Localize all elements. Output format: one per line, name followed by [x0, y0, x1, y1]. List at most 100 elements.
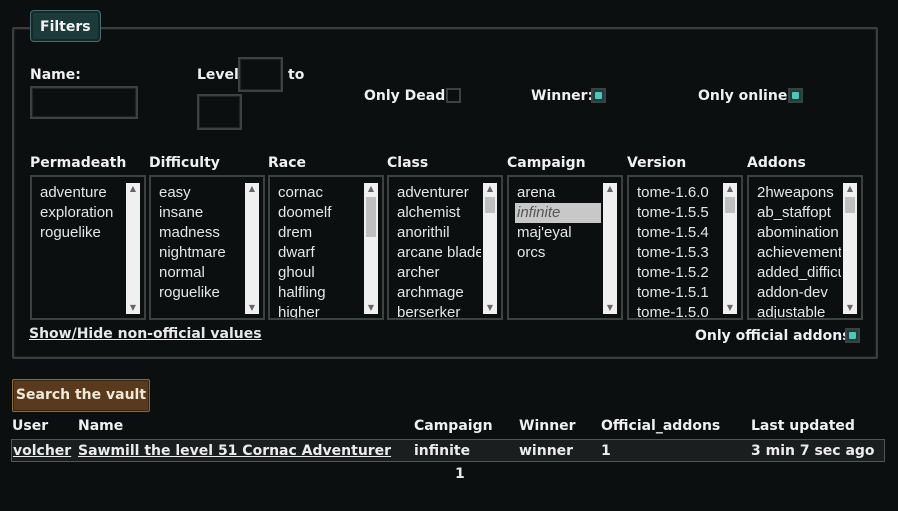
list-option[interactable]: tome-1.5.0 — [635, 303, 721, 318]
pager-current-page[interactable]: 1 — [455, 466, 465, 482]
scroll-up-icon[interactable]: ▲ — [603, 183, 617, 195]
winner-checkbox[interactable] — [591, 88, 606, 103]
scroll-thumb[interactable] — [845, 197, 855, 213]
name-input[interactable] — [30, 86, 138, 119]
scroll-up-icon[interactable]: ▲ — [245, 183, 259, 195]
scrollbar[interactable]: ▲ ▼ — [483, 183, 497, 314]
level-to-label: to — [288, 67, 305, 83]
list-option[interactable]: addon-dev — [755, 283, 841, 303]
row-last-updated: 3 min 7 sec ago — [751, 443, 875, 459]
list-option[interactable]: roguelike — [38, 223, 124, 243]
scroll-up-icon[interactable]: ▲ — [126, 183, 140, 195]
row-winner: winner — [519, 443, 574, 459]
list-option[interactable]: drem — [276, 223, 362, 243]
only-online-label: Only online: — [698, 88, 793, 104]
scroll-down-icon[interactable]: ▼ — [603, 302, 617, 314]
list-option[interactable]: roguelike — [157, 283, 243, 303]
list-option[interactable]: ghoul — [276, 263, 362, 283]
row-official-addons: 1 — [601, 443, 611, 459]
column-header-winner: Winner — [519, 418, 576, 434]
list-option[interactable]: tome-1.6.0 — [635, 183, 721, 203]
filters-legend[interactable]: Filters — [30, 10, 101, 42]
scroll-up-icon[interactable]: ▲ — [723, 183, 737, 195]
list-option[interactable]: insane — [157, 203, 243, 223]
only-official-addons-checkbox[interactable] — [845, 328, 860, 343]
list-option[interactable]: alchemist — [395, 203, 481, 223]
scroll-thumb[interactable] — [485, 197, 495, 213]
list-option[interactable]: easy — [157, 183, 243, 203]
list-option[interactable]: adjustable — [755, 303, 841, 318]
listbox-permadeath[interactable]: adventure exploration roguelike ▲ ▼ — [30, 175, 146, 320]
list-option[interactable]: anorithil — [395, 223, 481, 243]
list-option[interactable]: tome-1.5.2 — [635, 263, 721, 283]
row-name-link[interactable]: Sawmill the level 51 Cornac Adventurer — [78, 443, 391, 459]
scrollbar[interactable]: ▲ ▼ — [126, 183, 140, 314]
scroll-down-icon[interactable]: ▼ — [843, 302, 857, 314]
search-vault-button[interactable]: Search the vault — [12, 379, 150, 412]
list-option[interactable]: 2hweapons — [755, 183, 841, 203]
list-option[interactable]: archer — [395, 263, 481, 283]
list-option[interactable]: arcane blade — [395, 243, 481, 263]
listbox-campaign[interactable]: arena infinite maj'eyal orcs ▲ ▼ — [507, 175, 623, 320]
scrollbar[interactable]: ▲ ▼ — [723, 183, 737, 314]
list-option[interactable]: exploration — [38, 203, 124, 223]
list-option[interactable]: dwarf — [276, 243, 362, 263]
list-option[interactable]: arena — [515, 183, 601, 203]
list-option[interactable]: madness — [157, 223, 243, 243]
list-option[interactable]: adventure — [38, 183, 124, 203]
list-header-difficulty: Difficulty — [149, 155, 220, 171]
list-option[interactable]: orcs — [515, 243, 601, 263]
scroll-down-icon[interactable]: ▼ — [126, 302, 140, 314]
list-option[interactable]: achievement — [755, 243, 841, 263]
listbox-addons[interactable]: 2hweapons ab_staffopt abomination achieveme… — [747, 175, 863, 320]
scroll-down-icon[interactable]: ▼ — [483, 302, 497, 314]
winner-label: Winner: — [531, 88, 594, 104]
scroll-down-icon[interactable]: ▼ — [723, 302, 737, 314]
scroll-down-icon[interactable]: ▼ — [245, 302, 259, 314]
list-option[interactable]: archmage — [395, 283, 481, 303]
show-hide-non-official-link[interactable]: Show/Hide non-official values — [29, 326, 262, 342]
list-option[interactable]: nightmare — [157, 243, 243, 263]
column-header-user: User — [12, 418, 49, 434]
list-option[interactable]: tome-1.5.5 — [635, 203, 721, 223]
listbox-class[interactable]: adventurer alchemist anorithil arcane blade… — [387, 175, 503, 320]
list-option[interactable]: tome-1.5.4 — [635, 223, 721, 243]
listbox-version[interactable]: tome-1.6.0 tome-1.5.5 tome-1.5.4 tome-1.5.3… — [627, 175, 743, 320]
list-option[interactable]: higher — [276, 303, 362, 318]
list-option[interactable]: tome-1.5.3 — [635, 243, 721, 263]
list-header-campaign: Campaign — [507, 155, 586, 171]
list-option[interactable]: halfling — [276, 283, 362, 303]
only-dead-checkbox[interactable] — [446, 88, 461, 103]
list-option[interactable]: ab_staffopt — [755, 203, 841, 223]
listbox-difficulty[interactable]: easy insane madness nightmare normal roguelik… — [149, 175, 265, 320]
column-header-name: Name — [78, 418, 124, 434]
scroll-up-icon[interactable]: ▲ — [843, 183, 857, 195]
list-option[interactable]: berserker — [395, 303, 481, 318]
list-option[interactable]: cornac — [276, 183, 362, 203]
level-max-input[interactable] — [197, 94, 242, 130]
scroll-down-icon[interactable]: ▼ — [364, 302, 378, 314]
list-option[interactable]: abomination — [755, 223, 841, 243]
only-online-checkbox[interactable] — [788, 88, 803, 103]
column-header-official-addons: Official_addons — [601, 418, 721, 434]
list-option[interactable]: normal — [157, 263, 243, 283]
list-option[interactable]: infinite — [515, 203, 601, 223]
list-header-class: Class — [387, 155, 429, 171]
list-option[interactable]: maj'eyal — [515, 223, 601, 243]
scroll-thumb[interactable] — [725, 197, 735, 213]
scrollbar[interactable]: ▲ ▼ — [843, 183, 857, 314]
scrollbar[interactable]: ▲ ▼ — [364, 183, 378, 314]
level-min-input[interactable] — [238, 57, 283, 92]
list-option[interactable]: adventurer — [395, 183, 481, 203]
scroll-thumb[interactable] — [366, 197, 376, 237]
column-header-campaign: Campaign — [414, 418, 493, 434]
row-user-link[interactable]: volcher — [13, 443, 71, 459]
scroll-up-icon[interactable]: ▲ — [364, 183, 378, 195]
scrollbar[interactable]: ▲ ▼ — [245, 183, 259, 314]
scroll-up-icon[interactable]: ▲ — [483, 183, 497, 195]
listbox-race[interactable]: cornac doomelf drem dwarf ghoul halfling highe… — [268, 175, 384, 320]
list-option[interactable]: added_difficulty — [755, 263, 841, 283]
list-option[interactable]: tome-1.5.1 — [635, 283, 721, 303]
scrollbar[interactable]: ▲ ▼ — [603, 183, 617, 314]
list-option[interactable]: doomelf — [276, 203, 362, 223]
